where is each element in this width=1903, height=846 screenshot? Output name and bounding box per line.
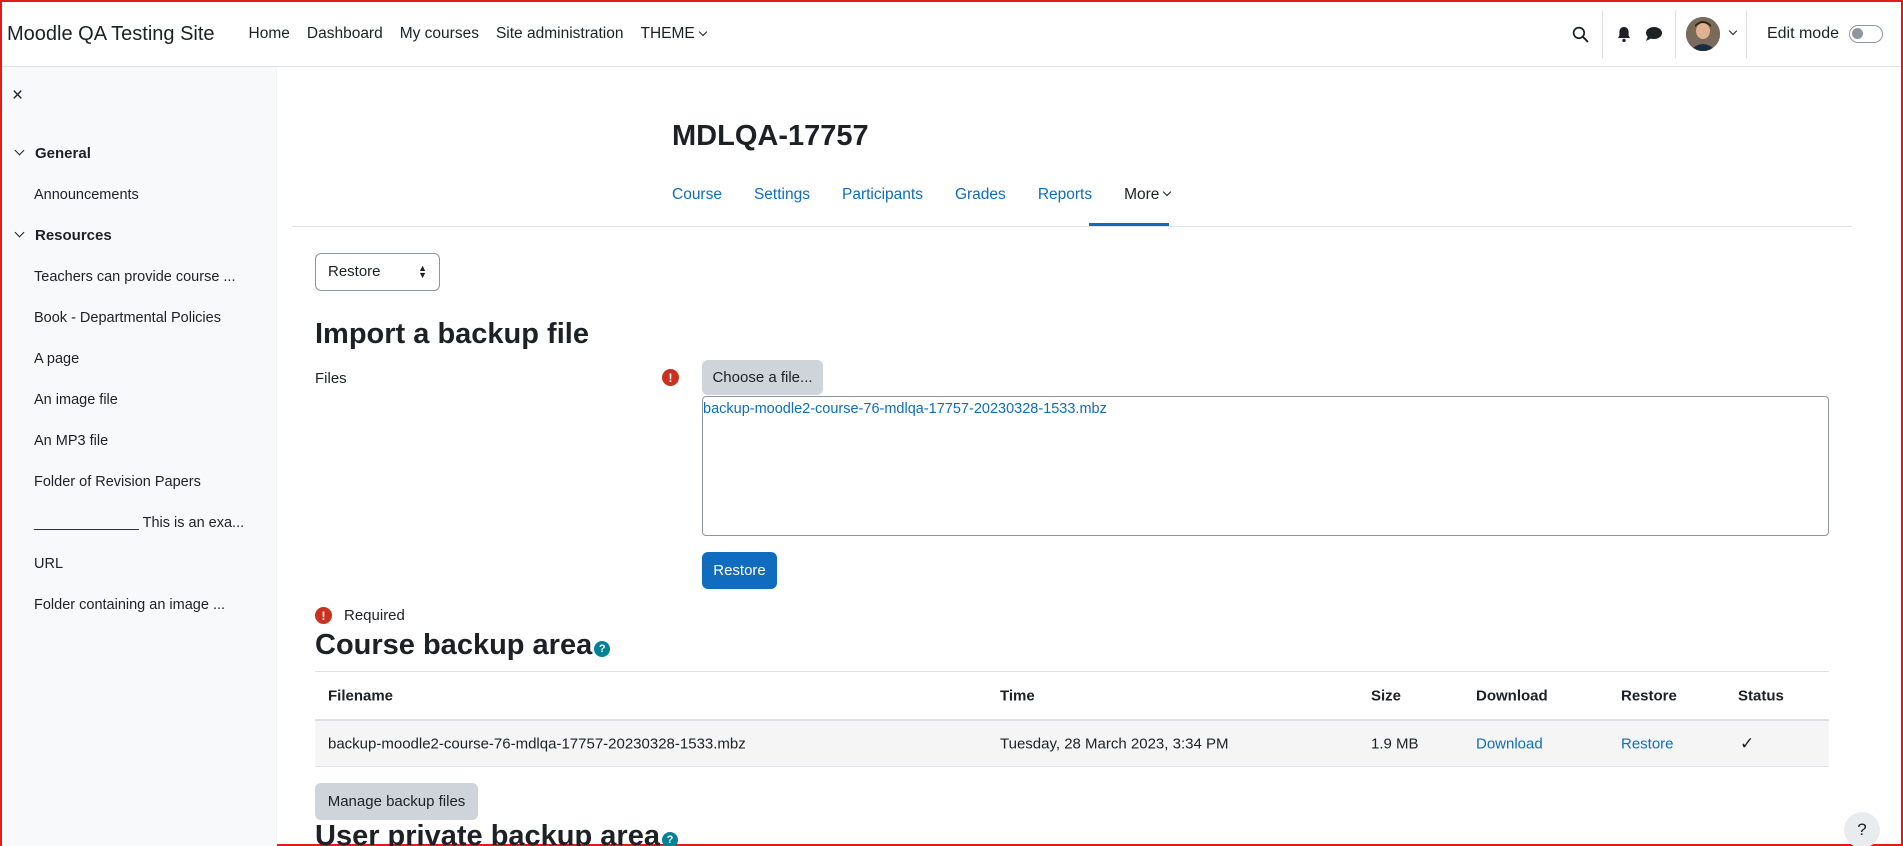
course-index-item[interactable]: URL	[34, 556, 63, 572]
user-private-backup-area-heading: User private backup area ?	[315, 820, 678, 846]
selected-file-link[interactable]: backup-moodle2-course-76-mdlqa-17757-202…	[703, 401, 1107, 417]
cell-time: Tuesday, 28 March 2023, 3:34 PM	[1000, 735, 1229, 752]
course-index-item[interactable]: Teachers can provide course ...	[34, 269, 236, 285]
course-backup-area-title: Course backup area	[315, 629, 593, 661]
files-label: Files	[315, 370, 347, 387]
chevron-down-icon	[1163, 187, 1172, 197]
choose-file-button[interactable]: Choose a file...	[702, 360, 823, 395]
edit-mode-label: Edit mode	[1766, 25, 1839, 42]
chevron-down-icon[interactable]	[14, 145, 25, 156]
backup-files-table: Filename Time Size Download Restore Stat…	[315, 671, 1829, 767]
file-drop-area[interactable]: backup-moodle2-course-76-mdlqa-17757-202…	[702, 396, 1829, 536]
chat-bubble-icon	[1645, 27, 1662, 41]
course-index-item[interactable]: An MP3 file	[34, 433, 108, 449]
navbar-divider	[1601, 10, 1603, 58]
tab-settings[interactable]: Settings	[754, 186, 810, 204]
secondary-navigation: Course Settings Participants Grades Repo…	[672, 186, 1172, 204]
backup-action-select[interactable]: Restore ▲ ▼	[315, 253, 440, 291]
select-value: Restore	[328, 263, 381, 280]
table-row: backup-moodle2-course-76-mdlqa-17757-202…	[315, 721, 1829, 767]
cell-size: 1.9 MB	[1371, 735, 1419, 752]
navbar-right: Edit mode	[1570, 2, 1901, 66]
help-fab-button[interactable]: ?	[1844, 812, 1880, 846]
column-download: Download	[1476, 687, 1548, 704]
tab-participants[interactable]: Participants	[842, 186, 923, 204]
navbar-divider	[1745, 10, 1747, 58]
course-index-item[interactable]: A page	[34, 351, 79, 367]
required-icon: !	[315, 607, 332, 624]
table-header: Filename Time Size Download Restore Stat…	[315, 671, 1829, 721]
tab-grades[interactable]: Grades	[955, 186, 1006, 204]
user-private-backup-area-title: User private backup area	[315, 820, 660, 846]
import-heading: Import a backup file	[315, 318, 589, 350]
nav-home[interactable]: Home	[249, 25, 290, 43]
section-label: Resources	[35, 227, 112, 244]
column-size: Size	[1371, 687, 1402, 704]
course-index-item[interactable]: Folder containing an image ...	[34, 597, 225, 613]
manage-backup-files-button[interactable]: Manage backup files	[315, 783, 478, 820]
user-photo-icon	[1685, 17, 1720, 51]
bell-icon	[1617, 26, 1630, 42]
tab-course[interactable]: Course	[672, 186, 722, 204]
course-index-drawer: × General Announcements Resources Teache…	[2, 67, 277, 846]
edit-mode-toggle[interactable]	[1849, 25, 1883, 43]
top-navbar: Moodle QA Testing Site Home Dashboard My…	[2, 2, 1901, 67]
tab-reports[interactable]: Reports	[1038, 186, 1092, 204]
chevron-down-icon[interactable]	[14, 227, 25, 238]
messages-button[interactable]	[1643, 23, 1665, 45]
close-icon[interactable]: ×	[12, 85, 23, 107]
page-title: MDLQA-17757	[672, 120, 869, 152]
restore-link[interactable]: Restore	[1621, 735, 1674, 752]
chevron-down-icon[interactable]	[1728, 26, 1738, 36]
search-icon	[1573, 26, 1590, 43]
primary-navigation: Home Dashboard My courses Site administr…	[249, 25, 707, 43]
course-index-item[interactable]: Book - Departmental Policies	[34, 310, 221, 326]
user-avatar[interactable]	[1685, 17, 1720, 51]
required-icon: !	[662, 369, 679, 386]
section-label: General	[35, 145, 91, 162]
section-general[interactable]: General	[14, 145, 91, 162]
nav-theme-label: THEME	[640, 25, 695, 42]
chevron-down-icon	[698, 27, 707, 37]
course-index-item[interactable]: Announcements	[34, 187, 139, 203]
check-icon: ✓	[1740, 733, 1755, 753]
course-index-item[interactable]: An image file	[34, 392, 118, 408]
download-link[interactable]: Download	[1476, 735, 1543, 752]
tab-more-label: More	[1124, 186, 1160, 203]
secondary-nav-divider	[292, 226, 1852, 227]
select-arrows-icon: ▲ ▼	[418, 263, 427, 280]
cell-filename: backup-moodle2-course-76-mdlqa-17757-202…	[328, 735, 746, 752]
column-status: Status	[1738, 687, 1784, 704]
nav-site-administration[interactable]: Site administration	[496, 25, 624, 43]
required-note: ! Required	[315, 607, 405, 624]
site-brand[interactable]: Moodle QA Testing Site	[7, 23, 215, 46]
navbar-divider	[1674, 10, 1676, 58]
nav-dashboard[interactable]: Dashboard	[307, 25, 383, 43]
section-resources[interactable]: Resources	[14, 227, 112, 244]
course-backup-area-heading: Course backup area ?	[315, 629, 611, 662]
required-label: Required	[344, 607, 405, 624]
course-index-item[interactable]: _____________ This is an exa...	[34, 515, 244, 531]
tab-more[interactable]: More	[1124, 186, 1172, 204]
column-filename: Filename	[328, 687, 394, 704]
restore-button[interactable]: Restore	[702, 552, 777, 589]
course-index-item[interactable]: Folder of Revision Papers	[34, 474, 201, 490]
nav-theme-menu[interactable]: THEME	[640, 25, 707, 43]
notifications-button[interactable]	[1613, 23, 1635, 45]
help-icon[interactable]: ?	[661, 831, 678, 846]
column-restore: Restore	[1621, 687, 1677, 704]
help-icon[interactable]: ?	[594, 640, 611, 657]
column-time: Time	[1000, 687, 1035, 704]
nav-my-courses[interactable]: My courses	[400, 25, 479, 43]
search-button[interactable]	[1570, 23, 1592, 45]
